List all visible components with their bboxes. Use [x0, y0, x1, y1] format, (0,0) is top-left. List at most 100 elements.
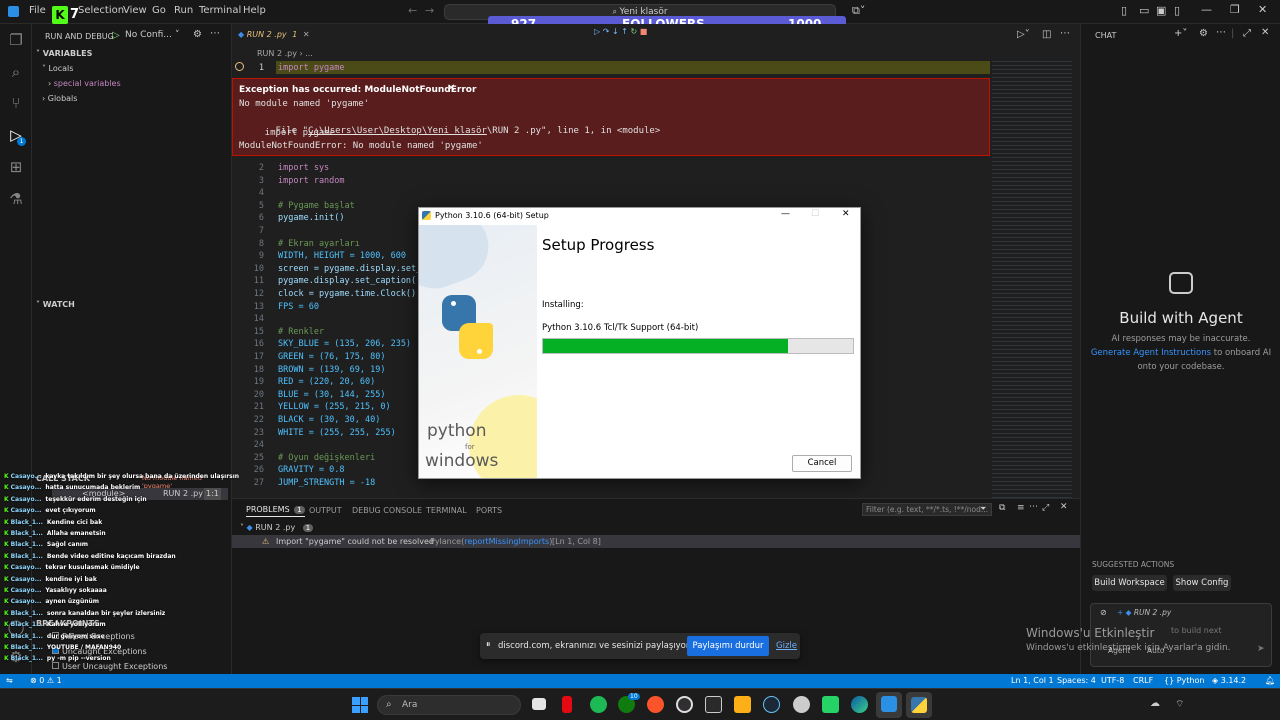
- menu-file[interactable]: File: [29, 5, 46, 16]
- more-actions-icon[interactable]: ⋯: [210, 28, 220, 39]
- code-line[interactable]: # Pygame başlat: [278, 201, 355, 211]
- onedrive-icon[interactable]: ☁: [1150, 698, 1160, 709]
- code-line[interactable]: pygame.init(): [278, 213, 345, 223]
- chat-close-icon[interactable]: ✕: [1261, 27, 1269, 38]
- tab-terminal[interactable]: TERMINAL: [426, 506, 467, 515]
- code-line[interactable]: BLUE = (30, 144, 255): [278, 390, 385, 400]
- epic-games-icon[interactable]: [705, 696, 722, 713]
- obs-icon[interactable]: [676, 696, 693, 713]
- code-line[interactable]: BLACK = (30, 30, 40): [278, 415, 380, 425]
- new-chat-icon[interactable]: +˅: [1174, 28, 1187, 39]
- code-line[interactable]: SKY_BLUE = (135, 206, 235): [278, 339, 411, 349]
- language-mode[interactable]: {} Python: [1164, 676, 1204, 685]
- menu-help[interactable]: Help: [243, 5, 266, 16]
- stop-sharing-button[interactable]: Paylaşımı durdur: [687, 636, 769, 656]
- problem-row[interactable]: ⚠ Import "pygame" could not be resolved …: [232, 535, 1080, 548]
- layout-panel-icon[interactable]: ▭: [1139, 4, 1149, 17]
- menu-view[interactable]: View: [123, 5, 147, 16]
- tab-ports[interactable]: PORTS: [476, 506, 502, 515]
- attach-icon[interactable]: ⊘: [1100, 608, 1107, 617]
- step-over-icon[interactable]: ↷: [603, 27, 612, 36]
- stop-icon[interactable]: ■: [640, 27, 648, 36]
- globals-scope[interactable]: › Globals: [42, 94, 77, 103]
- attached-file-chip[interactable]: + ◆ RUN 2 .py: [1117, 608, 1171, 617]
- whatsapp-icon[interactable]: [822, 696, 839, 713]
- close-exception-icon[interactable]: ✕: [447, 83, 455, 94]
- minimize-icon[interactable]: —: [1201, 3, 1212, 16]
- restore-icon[interactable]: ❐: [1230, 3, 1240, 16]
- code-line[interactable]: # Oyun değişkenleri: [278, 453, 375, 463]
- problems-file-group[interactable]: ˅ ◆ RUN 2 .py 1: [240, 523, 314, 532]
- code-line[interactable]: GRAVITY = 0.8: [278, 465, 345, 475]
- network-icon[interactable]: ⌔: [1175, 698, 1184, 711]
- code-line[interactable]: WIDTH, HEIGHT = 1000, 600: [278, 251, 406, 261]
- github-icon[interactable]: [793, 696, 810, 713]
- build-workspace-button[interactable]: Build Workspace: [1092, 575, 1167, 591]
- checkbox[interactable]: [52, 662, 59, 669]
- code-line[interactable]: import random: [278, 176, 345, 186]
- tab-debug-console[interactable]: DEBUG CONSOLE: [352, 506, 422, 515]
- steam-icon[interactable]: [763, 696, 780, 713]
- special-variables[interactable]: › special variables: [48, 79, 121, 88]
- tab-output[interactable]: OUTPUT: [309, 506, 342, 515]
- breadcrumb[interactable]: RUN 2 .py › ...: [257, 49, 313, 58]
- debug-settings-gear-icon[interactable]: ⚙: [193, 29, 202, 40]
- watch-header[interactable]: ˅ WATCH: [36, 300, 75, 309]
- code-line[interactable]: JUMP_STRENGTH = -18: [278, 478, 375, 488]
- code-line[interactable]: # Ekran ayarları: [278, 239, 360, 249]
- locals-scope[interactable]: ˅ Locals: [42, 64, 73, 73]
- python-interpreter[interactable]: ◈ 3.14.2: [1212, 676, 1246, 685]
- menu-run[interactable]: Run: [174, 5, 193, 16]
- maximize-panel-icon[interactable]: ⤢: [1042, 503, 1049, 513]
- setup-minimize-icon[interactable]: —: [781, 209, 790, 219]
- cancel-button[interactable]: Cancel: [792, 455, 852, 472]
- rockstar-icon[interactable]: [734, 696, 751, 713]
- close-tab-icon[interactable]: ✕: [303, 30, 310, 39]
- edge-icon[interactable]: [851, 696, 868, 713]
- search-icon[interactable]: ⌕: [7, 63, 25, 81]
- code-line[interactable]: BROWN = (139, 69, 19): [278, 365, 385, 375]
- source-control-icon[interactable]: ⑂: [7, 94, 25, 112]
- code-line[interactable]: WHITE = (255, 255, 255): [278, 428, 396, 438]
- explorer-icon[interactable]: ❐: [7, 31, 25, 49]
- code-line[interactable]: YELLOW = (255, 215, 0): [278, 402, 391, 412]
- start-debug-icon[interactable]: ▷: [112, 30, 120, 41]
- encoding[interactable]: UTF-8: [1101, 676, 1124, 685]
- variables-header[interactable]: ˅ VARIABLES: [36, 49, 92, 58]
- windows-start-icon[interactable]: [352, 697, 368, 713]
- extensions-icon[interactable]: ⊞: [7, 158, 25, 176]
- remote-indicator-icon[interactable]: ⇋: [6, 676, 13, 685]
- generate-instructions-link[interactable]: Generate Agent Instructions: [1091, 348, 1211, 358]
- code-line[interactable]: clock = pygame.time.Clock(): [278, 289, 416, 299]
- continue-icon[interactable]: ▷: [594, 27, 603, 36]
- menu-selection[interactable]: Selection: [78, 5, 124, 16]
- nav-back-icon[interactable]: ←: [408, 4, 417, 17]
- panel-menu-icon[interactable]: ≡: [1017, 503, 1025, 513]
- run-file-icon[interactable]: ▷˅: [1017, 29, 1030, 40]
- code-line[interactable]: FPS = 60: [278, 302, 319, 312]
- minimap[interactable]: [992, 61, 1072, 498]
- menu-go[interactable]: Go: [152, 5, 166, 16]
- taskbar-search[interactable]: ⌕ Ara: [377, 695, 521, 715]
- breakpoint-user-uncaught[interactable]: User Uncaught Exceptions: [52, 662, 167, 671]
- tab-problems[interactable]: PROBLEMS 1: [246, 505, 305, 517]
- collapse-all-icon[interactable]: ⧉: [999, 503, 1005, 513]
- close-window-icon[interactable]: ✕: [1258, 3, 1267, 16]
- notifications-bell-icon[interactable]: 🔔︎: [1265, 676, 1275, 685]
- brave-icon[interactable]: [647, 696, 664, 713]
- nav-forward-icon[interactable]: →: [425, 4, 434, 17]
- hide-banner-link[interactable]: Gizle: [776, 641, 797, 651]
- layout-sidebar-icon[interactable]: ▯: [1121, 4, 1127, 17]
- code-line[interactable]: # Renkler: [278, 327, 324, 337]
- code-line[interactable]: pygame.display.set_caption(: [278, 276, 416, 286]
- chat-more-icon[interactable]: ⋯: [1216, 27, 1226, 38]
- code-line[interactable]: import sys: [278, 163, 329, 173]
- spotify-icon[interactable]: [590, 696, 607, 713]
- panel-more-icon[interactable]: ⋯: [1029, 502, 1038, 512]
- problems-filter-input[interactable]: Filter (e.g. text, **/*.ts, !**/nod...: [862, 503, 992, 516]
- python-setup-taskbar-active[interactable]: [906, 692, 932, 718]
- show-config-button[interactable]: Show Config: [1173, 575, 1231, 591]
- netflix-icon[interactable]: [562, 696, 572, 713]
- filter-icon[interactable]: ⏷: [980, 504, 986, 514]
- restart-icon[interactable]: ↻: [630, 27, 639, 36]
